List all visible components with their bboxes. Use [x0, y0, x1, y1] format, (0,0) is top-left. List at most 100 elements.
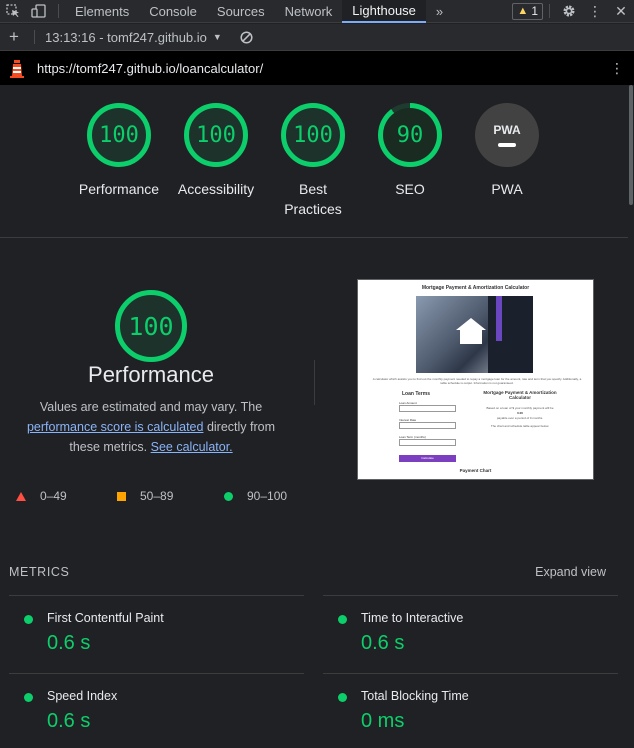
performance-score: 100 — [128, 311, 174, 341]
report-selector[interactable]: 13:13:16 - tomf247.github.io ▼ — [41, 30, 226, 45]
gauge-accessibility[interactable]: 100 Accessibility — [166, 103, 266, 199]
fail-triangle-icon — [16, 491, 26, 501]
legend-range: 50–89 — [140, 489, 174, 503]
devtools-toolbar: Elements Console Sources Network Lightho… — [0, 0, 634, 23]
shot-right-title: Mortgage Payment & Amortization Calculat… — [483, 390, 557, 400]
pass-circle-icon — [24, 693, 33, 702]
inspect-element-icon[interactable] — [0, 0, 26, 23]
shot-term-input — [399, 439, 456, 446]
gauge-score: 100 — [196, 122, 236, 148]
gauge-label: SEO — [395, 181, 425, 197]
legend-range: 90–100 — [247, 489, 288, 503]
tab-network[interactable]: Network — [275, 0, 343, 23]
shot-right-line2: 0.00 — [517, 411, 523, 415]
tab-sources[interactable]: Sources — [207, 0, 275, 23]
gauge-score: 100 — [293, 122, 333, 148]
report-url-bar: https://tomf247.github.io/loancalculator… — [0, 51, 634, 85]
settings-gear-icon[interactable] — [556, 0, 582, 23]
gauge-label: PWA — [491, 181, 523, 197]
shot-loan-terms: Loan Terms — [402, 391, 430, 397]
gauge-seo[interactable]: 90 SEO — [360, 103, 460, 199]
metric-value: 0.6 s — [361, 632, 405, 654]
report-scrollbar[interactable] — [628, 85, 634, 748]
metric-total-blocking-time: Total Blocking Time 0 ms — [323, 673, 618, 748]
tab-console[interactable]: Console — [139, 0, 207, 23]
warnings-counter[interactable]: ▲ 1 — [512, 2, 543, 20]
screenshot-page: Mortgage Payment & Amortization Calculat… — [362, 284, 589, 475]
new-report-plus-icon[interactable]: + — [0, 26, 28, 49]
report-selector-label: 13:13:16 - tomf247.github.io — [45, 29, 207, 45]
metric-value: 0.6 s — [47, 710, 91, 732]
gauge-score: 100 — [99, 122, 139, 148]
tab-lighthouse[interactable]: Lighthouse — [342, 0, 426, 23]
gauge-label: Best Practices — [284, 181, 342, 217]
shot-suit-shape — [488, 296, 533, 373]
metric-time-to-interactive: Time to Interactive 0.6 s — [323, 595, 618, 673]
dropdown-caret-icon: ▼ — [212, 32, 222, 42]
metrics-title: METRICS — [9, 565, 70, 579]
final-screenshot[interactable]: Mortgage Payment & Amortization Calculat… — [357, 279, 594, 480]
shot-hero-image — [416, 296, 533, 373]
report-url[interactable]: https://tomf247.github.io/loancalculator… — [37, 61, 263, 76]
clear-all-icon[interactable] — [234, 26, 260, 49]
section-divider — [0, 237, 628, 238]
scrollbar-thumb[interactable] — [629, 85, 633, 205]
device-toolbar-icon[interactable] — [26, 0, 52, 23]
metrics-header: METRICS Expand view — [9, 565, 609, 579]
performance-description: Values are estimated and may vary. The p… — [10, 397, 292, 457]
metric-value: 0 ms — [361, 710, 405, 732]
warning-icon: ▲ — [517, 5, 529, 17]
toolbar-separator — [34, 30, 35, 44]
shot-right-line3: payable over a period of 0 months. — [496, 416, 544, 420]
gauge-best-practices[interactable]: 100 Best Practices — [263, 103, 363, 219]
tab-elements[interactable]: Elements — [65, 0, 139, 23]
score-gauges: 100 Performance 100 Accessibility 100 Be… — [0, 85, 628, 237]
performance-title: Performance — [88, 362, 214, 387]
metric-speed-index: Speed Index 0.6 s — [9, 673, 304, 748]
toolbar-separator — [549, 4, 550, 18]
gauge-label: Performance — [78, 181, 160, 197]
warning-count: 1 — [531, 4, 538, 18]
more-options-icon[interactable]: ⋮ — [582, 0, 608, 23]
see-calculator-link[interactable]: See calculator. — [151, 440, 233, 454]
gauge-ring: 100 — [184, 103, 248, 167]
metric-first-contentful-paint: First Contentful Paint 0.6 s — [9, 595, 304, 673]
toolbar-separator — [58, 4, 59, 18]
metric-name: Speed Index — [47, 689, 118, 703]
pass-circle-icon — [338, 693, 347, 702]
pwa-dash — [498, 143, 516, 147]
performance-big-gauge: 100 — [115, 290, 187, 362]
pass-circle-icon — [224, 491, 233, 501]
more-tabs-button[interactable]: » — [426, 0, 453, 23]
lighthouse-toolbar: + 13:13:16 - tomf247.github.io ▼ — [0, 24, 634, 51]
gauge-pwa[interactable]: PWA PWA — [457, 103, 557, 199]
shot-right-line1: Based on a loan of $ your monthly paymen… — [486, 406, 554, 410]
performance-category: 100 Performance Values are estimated and… — [0, 270, 628, 515]
description-text: Values are estimated and may vary. The — [39, 400, 263, 414]
pwa-badge-icon: PWA — [475, 103, 539, 167]
performance-score-link[interactable]: performance score is calculated — [27, 420, 203, 434]
url-more-options-icon[interactable]: ⋮ — [610, 60, 624, 77]
shot-house-icon — [456, 318, 486, 344]
legend-average: 50–89 — [117, 489, 173, 503]
average-square-icon — [117, 491, 126, 501]
metric-name: First Contentful Paint — [47, 611, 164, 625]
legend-fail: 0–49 — [16, 489, 67, 503]
pass-circle-icon — [24, 615, 33, 624]
shot-interest-input — [399, 422, 456, 429]
shot-tie-shape — [496, 296, 502, 341]
shot-intro: A calculator which assists you to find o… — [372, 377, 582, 385]
shot-loan-amount-input — [399, 405, 456, 412]
expand-view-toggle[interactable]: Expand view — [535, 565, 606, 579]
gauge-ring: 100 — [281, 103, 345, 167]
lighthouse-report: 100 Performance 100 Accessibility 100 Be… — [0, 85, 628, 748]
gauge-label: Accessibility — [177, 181, 255, 197]
legend-pass: 90–100 — [224, 489, 287, 503]
close-icon[interactable]: ✕ — [608, 0, 634, 23]
shot-calculate-button: Calculate — [399, 455, 456, 462]
lighthouse-logo-icon — [0, 58, 34, 78]
vertical-divider — [314, 360, 315, 405]
gauge-performance[interactable]: 100 Performance — [69, 103, 169, 199]
pwa-badge-text: PWA — [493, 123, 521, 137]
gauge-score: 90 — [396, 122, 424, 148]
